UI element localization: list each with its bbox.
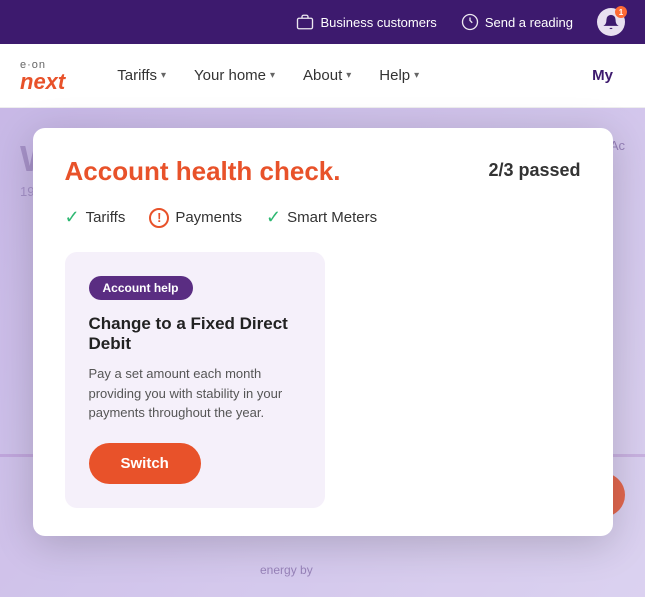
checks-row: ✓ Tariffs ! Payments ✓ Smart Meters [65,207,581,228]
check-tariffs-label: Tariffs [86,209,126,226]
notification-count: 1 [615,6,627,18]
card-description: Pay a set amount each month providing yo… [89,364,301,423]
logo-next: next [20,71,65,93]
chevron-down-icon: ▾ [346,70,351,81]
briefcase-icon [296,13,314,31]
nav-bar: e·on next Tariffs ▾ Your home ▾ About ▾ … [0,44,645,108]
check-pass-icon: ✓ [65,207,80,228]
card-badge: Account help [89,276,193,300]
modal-title: Account health check. [65,156,341,187]
nav-item-about[interactable]: About ▾ [291,59,363,92]
check-tariffs: ✓ Tariffs [65,207,126,228]
switch-button[interactable]: Switch [89,443,201,484]
logo[interactable]: e·on next [20,59,65,93]
nav-item-tariffs[interactable]: Tariffs ▾ [105,59,178,92]
nav-item-your-home[interactable]: Your home ▾ [182,59,287,92]
nav-item-help[interactable]: Help ▾ [367,59,431,92]
modal-score: 2/3 passed [488,160,580,181]
chevron-down-icon: ▾ [161,70,166,81]
nav-items: Tariffs ▾ Your home ▾ About ▾ Help ▾ My [105,59,625,92]
card-title: Change to a Fixed Direct Debit [89,314,301,354]
modal-header: Account health check. 2/3 passed [65,156,581,187]
check-smart-meters-label: Smart Meters [287,209,377,226]
account-help-card: Account help Change to a Fixed Direct De… [65,252,325,508]
top-bar: Business customers Send a reading 1 [0,0,645,44]
meter-icon [461,13,479,31]
modal-overlay: Account health check. 2/3 passed ✓ Tarif… [0,108,645,597]
chevron-down-icon: ▾ [270,70,275,81]
chevron-down-icon: ▾ [414,70,419,81]
check-payments: ! Payments [149,208,242,228]
check-pass-icon-2: ✓ [266,207,281,228]
business-customers-link[interactable]: Business customers [296,13,436,31]
account-health-modal: Account health check. 2/3 passed ✓ Tarif… [33,128,613,536]
check-smart-meters: ✓ Smart Meters [266,207,377,228]
send-reading-link[interactable]: Send a reading [461,13,573,31]
send-reading-label: Send a reading [485,15,573,30]
business-customers-label: Business customers [320,15,436,30]
nav-item-my[interactable]: My [580,59,625,92]
check-warning-icon: ! [149,208,169,228]
notification-bell[interactable]: 1 [597,8,625,36]
check-payments-label: Payments [175,209,242,226]
